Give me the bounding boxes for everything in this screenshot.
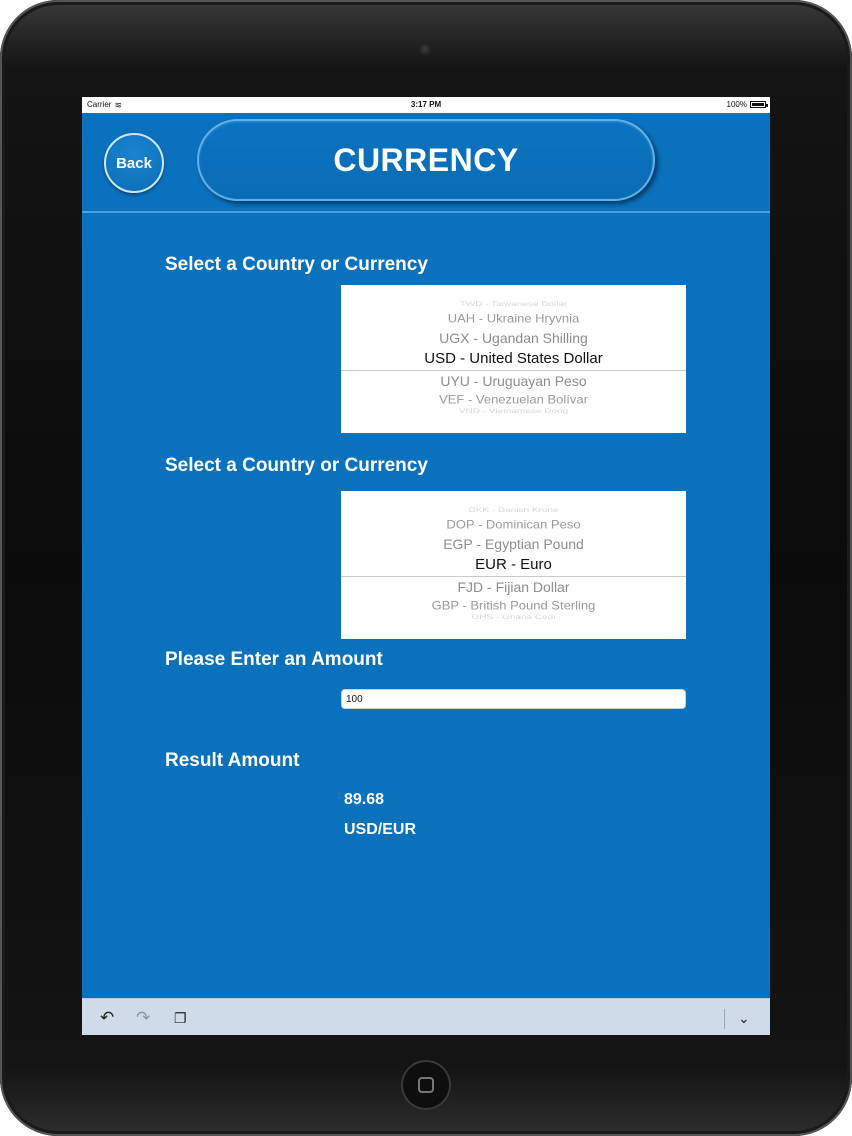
picker-option[interactable]: VND - Vietnamese Dong [341,408,686,415]
back-button[interactable]: Back [104,133,164,193]
to-currency-label: Select a Country or Currency [165,455,428,476]
status-bar: Carrier ≋ 3:17 PM 100% [82,97,770,113]
chevron-down-icon[interactable]: ⌄ [738,1010,750,1027]
clipboard-icon[interactable]: ❐ [174,1010,187,1027]
result-amount: 89.68 [344,791,385,808]
home-square-icon [418,1077,434,1093]
picker-option[interactable]: TWD - Taiwanese Dollar [341,301,686,308]
picker-option-selected[interactable]: EUR - Euro [341,556,686,573]
picker-option[interactable]: DKK - Danish Krone [341,507,686,514]
toolbar-divider [724,1009,725,1029]
app-screen: Carrier ≋ 3:17 PM 100% Back CURRENCY Sel… [82,97,770,1035]
picker-option[interactable]: VEF - Venezuelan Bolívar [341,393,686,407]
title-banner: CURRENCY [197,119,655,201]
picker-option[interactable]: GHS - Ghana Cedi [341,614,686,621]
to-currency-picker[interactable]: DKK - Danish Krone DOP - Dominican Peso … [341,491,686,639]
redo-icon[interactable]: ↷ [136,1008,150,1028]
picker-option[interactable]: EGP - Egyptian Pound [341,536,686,552]
page-title: CURRENCY [333,141,519,178]
undo-icon[interactable]: ↶ [100,1008,114,1028]
amount-label: Please Enter an Amount [165,649,383,670]
battery-icon [750,101,768,108]
picker-option[interactable]: UGX - Ugandan Shilling [341,330,686,346]
picker-option[interactable]: UAH - Ukraine Hryvnia [341,312,686,326]
home-button[interactable] [401,1060,451,1110]
status-time: 3:17 PM [410,100,442,109]
picker-option[interactable]: FJD - Fijian Dollar [341,579,686,595]
picker-option[interactable]: DOP - Dominican Peso [341,518,686,532]
keyboard-toolbar: ↶ ↷ ❐ ⌄ [82,998,770,1035]
amount-input[interactable] [341,689,686,709]
camera-icon [420,44,432,56]
status-right: 100% [726,100,768,109]
picker-selection-line [341,576,686,577]
picker-option[interactable]: GBP - British Pound Sterling [341,599,686,613]
currency-pair: USD/EUR [344,821,417,838]
app-header: Back CURRENCY [82,113,770,213]
picker-selection-line [341,370,686,371]
battery-percent: 100% [726,100,747,109]
from-currency-label: Select a Country or Currency [165,254,428,275]
from-currency-picker[interactable]: TWD - Taiwanese Dollar UAH - Ukraine Hry… [341,285,686,433]
picker-option-selected[interactable]: USD - United States Dollar [341,350,686,367]
result-label: Result Amount [165,750,300,771]
picker-option[interactable]: UYU - Uruguayan Peso [341,373,686,389]
